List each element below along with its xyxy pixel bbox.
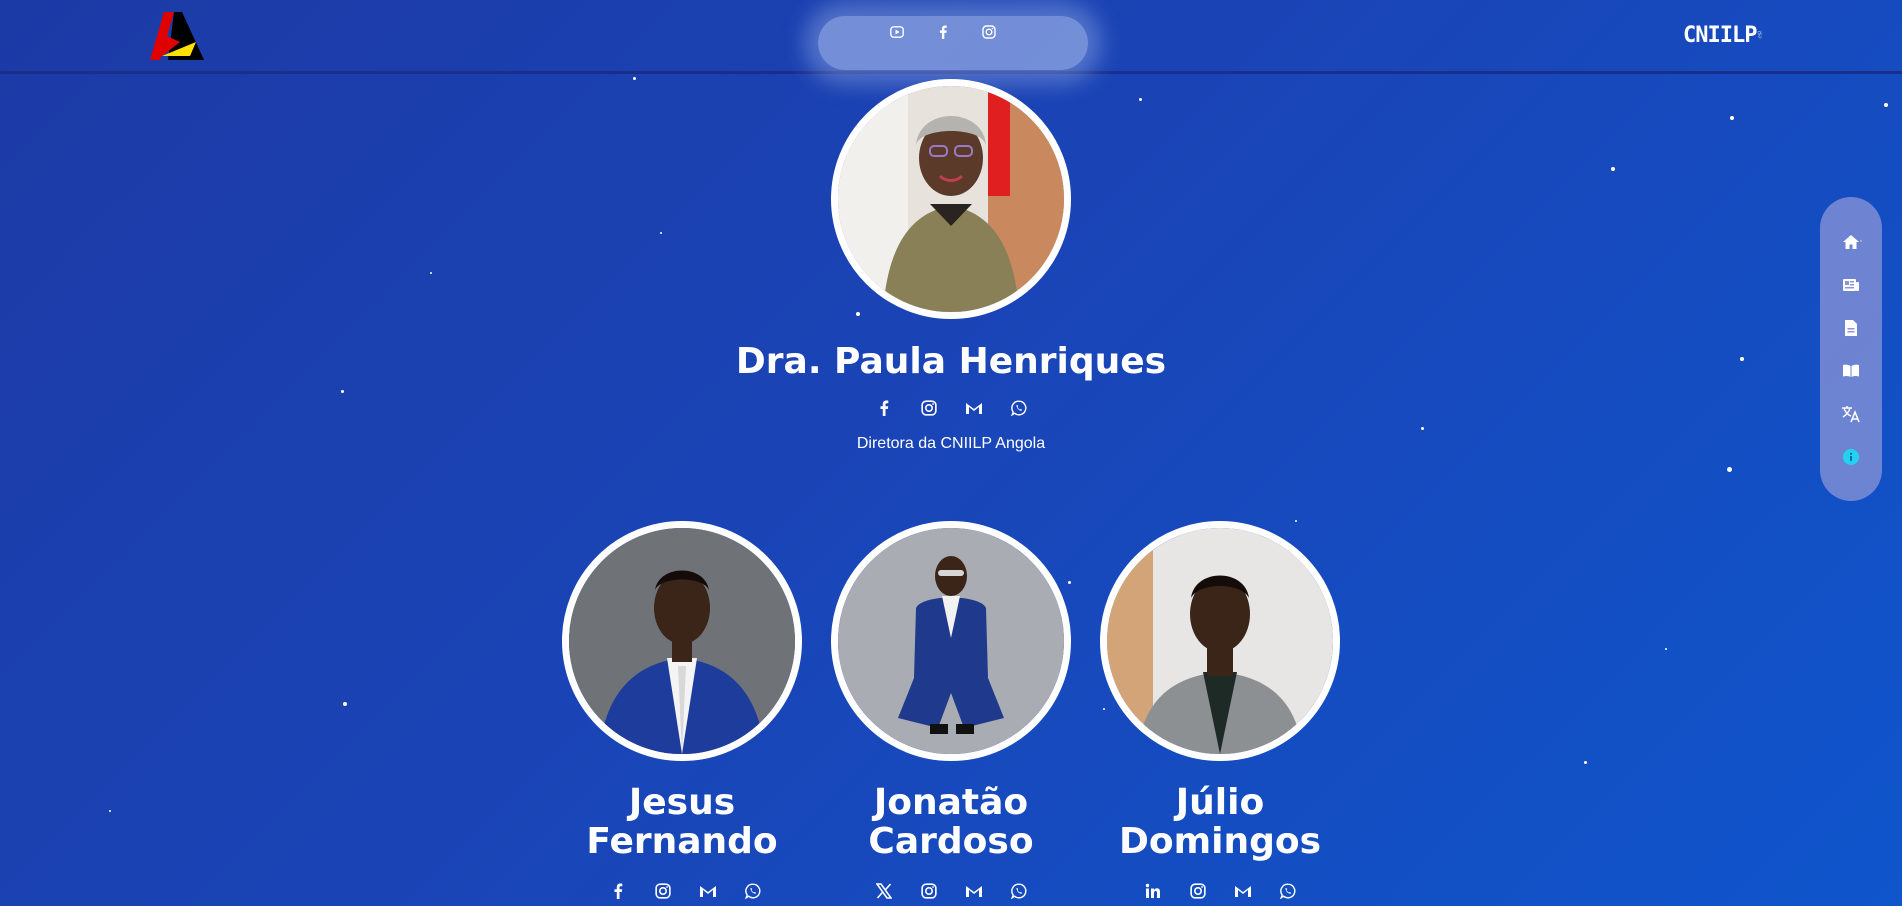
instagram-icon[interactable] bbox=[1189, 882, 1207, 900]
whatsapp-icon[interactable] bbox=[744, 882, 762, 900]
news-icon[interactable] bbox=[1840, 274, 1862, 296]
linkedin-icon[interactable] bbox=[1144, 882, 1162, 900]
cniilp-logo-text: CNIILP bbox=[1683, 22, 1757, 48]
facebook-icon[interactable] bbox=[933, 22, 953, 42]
instagram-icon[interactable] bbox=[920, 399, 938, 417]
site-logo[interactable] bbox=[150, 12, 204, 60]
profile-name: Dra. Paula Henriques bbox=[735, 341, 1167, 382]
profile-name-last: Fernando bbox=[586, 821, 778, 862]
document-icon[interactable] bbox=[1840, 317, 1862, 339]
header-social-bar bbox=[818, 16, 1088, 70]
side-nav bbox=[1820, 197, 1882, 501]
instagram-icon[interactable] bbox=[654, 882, 672, 900]
gmail-icon[interactable] bbox=[965, 882, 983, 900]
cniilp-emblem-icon bbox=[1757, 30, 1763, 39]
site-header: CNIILP bbox=[0, 0, 1902, 74]
cniilp-logo[interactable]: CNIILP bbox=[1683, 12, 1763, 58]
avatar bbox=[562, 521, 802, 761]
gmail-icon[interactable] bbox=[1234, 882, 1252, 900]
profile-name-first: Júlio bbox=[1175, 782, 1265, 823]
profile-role: Diretora da CNIILP Angola bbox=[856, 435, 1046, 452]
x-icon[interactable] bbox=[875, 882, 893, 900]
facebook-icon[interactable] bbox=[609, 882, 627, 900]
avatar bbox=[831, 79, 1071, 319]
info-icon[interactable] bbox=[1840, 446, 1862, 468]
avatar bbox=[831, 521, 1071, 761]
profile-name-last: Cardoso bbox=[868, 821, 1034, 862]
whatsapp-icon[interactable] bbox=[1010, 882, 1028, 900]
book-icon[interactable] bbox=[1840, 360, 1862, 382]
profile-name-first: Jesus bbox=[628, 782, 736, 823]
instagram-icon[interactable] bbox=[979, 22, 999, 42]
facebook-icon[interactable] bbox=[875, 399, 893, 417]
gmail-icon[interactable] bbox=[699, 882, 717, 900]
profile-name-last: Domingos bbox=[1118, 821, 1322, 862]
profile-name-first: Jonatão bbox=[873, 782, 1029, 823]
translate-icon[interactable] bbox=[1840, 403, 1862, 425]
whatsapp-icon[interactable] bbox=[1279, 882, 1297, 900]
gmail-icon[interactable] bbox=[965, 399, 983, 417]
home-icon[interactable] bbox=[1840, 231, 1862, 253]
avatar bbox=[1100, 521, 1340, 761]
youtube-icon[interactable] bbox=[887, 22, 907, 42]
whatsapp-icon[interactable] bbox=[1010, 399, 1028, 417]
instagram-icon[interactable] bbox=[920, 882, 938, 900]
